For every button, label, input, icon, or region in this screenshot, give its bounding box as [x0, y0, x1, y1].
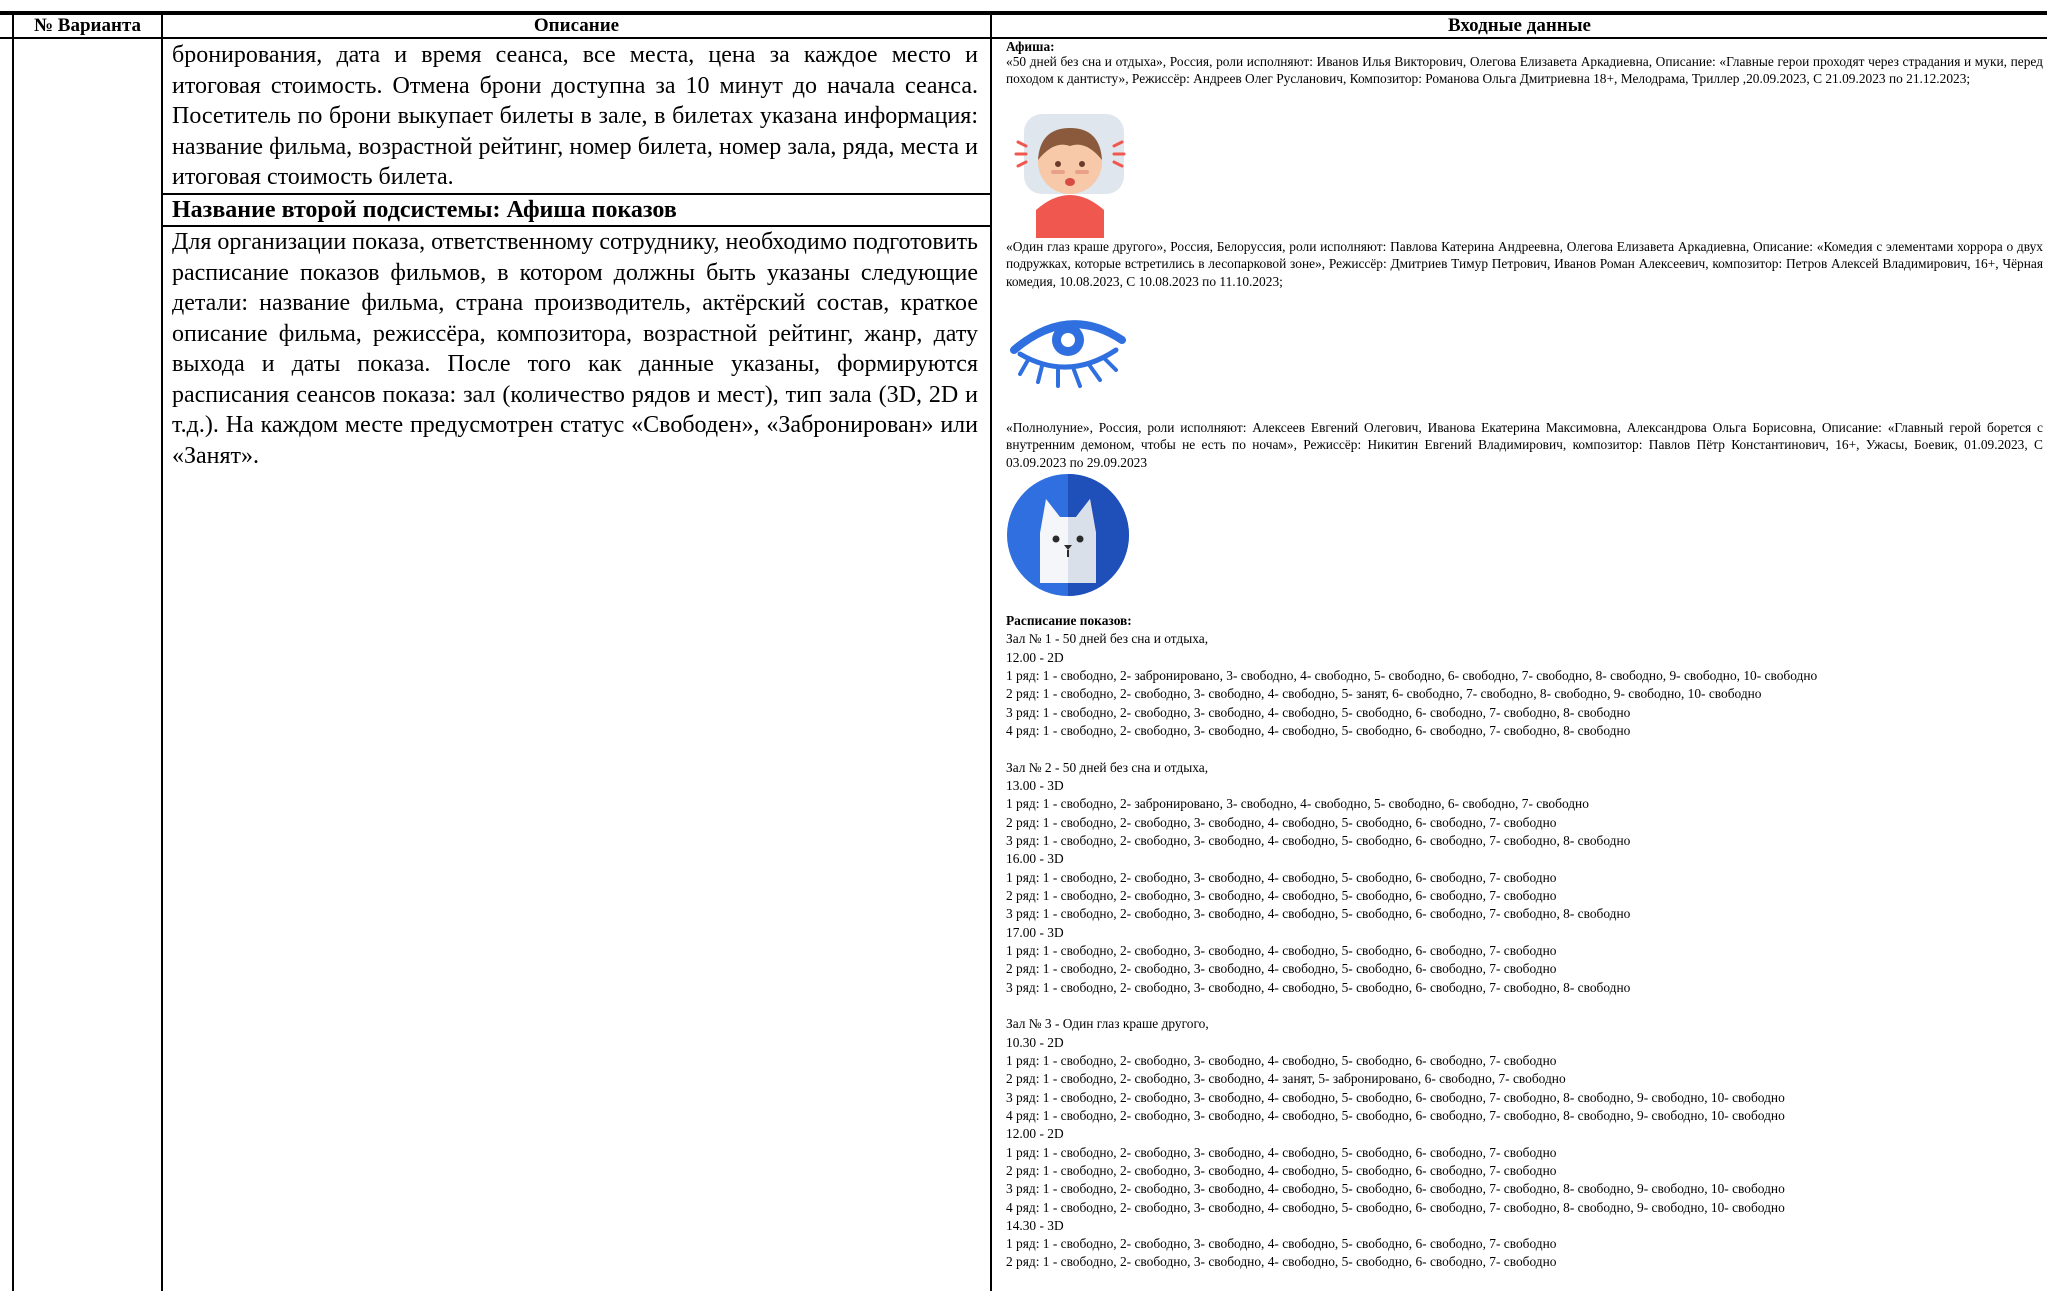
- afisha-title: Афиша:: [1006, 39, 1055, 54]
- schedule-line: 1 ряд: 1 - свободно, 2- забронировано, 3…: [1006, 667, 1818, 683]
- col-divider-1: [161, 11, 163, 1291]
- schedule-line: 12.00 - 2D: [1006, 1126, 1064, 1142]
- schedule-section: Расписание показов: Зал № 1 - 50 дней бе…: [1006, 612, 1817, 1272]
- schedule-line: 1 ряд: 1 - свободно, 2- забронировано, 3…: [1006, 796, 1589, 812]
- schedule-line: 13.00 - 3D: [1006, 777, 1064, 793]
- schedule-line: 4 ряд: 1 - свободно, 2- свободно, 3- сво…: [1006, 722, 1631, 738]
- schedule-line: 1 ряд: 1 - свободно, 2- свободно, 3- сво…: [1006, 1144, 1557, 1160]
- schedule-line: 1 ряд: 1 - свободно, 2- свободно, 3- сво…: [1006, 1052, 1557, 1068]
- afisha-block-2: «Один глаз краше другого», Россия, Белор…: [1006, 238, 2047, 290]
- schedule-line: [1006, 740, 1817, 758]
- schedule-line: 10.30 - 2D: [1006, 1034, 1064, 1050]
- schedule-line: 4 ряд: 1 - свободно, 2- свободно, 3- сво…: [1006, 1199, 1785, 1215]
- schedule-line: 3 ряд: 1 - свободно, 2- свободно, 3- сво…: [1006, 906, 1631, 922]
- afisha-block-3: «Полнолуние», Россия, роли исполняют: Ал…: [1006, 419, 2047, 471]
- schedule-line: Зал № 3 - Один глаз краше другого,: [1006, 1016, 1209, 1032]
- schedule-line: Зал № 1 - 50 дней без сна и отдыха,: [1006, 631, 1209, 647]
- schedule-line: 3 ряд: 1 - свободно, 2- свободно, 3- сво…: [1006, 704, 1631, 720]
- schedule-line: 1 ряд: 1 - свободно, 2- свободно, 3- сво…: [1006, 1236, 1557, 1252]
- schedule-line: 12.00 - 2D: [1006, 649, 1064, 665]
- description-paragraph-1: бронирования, дата и время сеанса, все м…: [172, 42, 978, 190]
- col-divider-2: [990, 11, 992, 1291]
- schedule-line: 2 ряд: 1 - свободно, 2- свободно, 3- сво…: [1006, 1071, 1566, 1087]
- schedule-line: 2 ряд: 1 - свободно, 2- свободно, 3- сво…: [1006, 961, 1557, 977]
- cat-icon: [1007, 474, 1129, 596]
- schedule-line: 2 ряд: 1 - свободно, 2- свободно, 3- сво…: [1006, 1254, 1557, 1270]
- left-border: [12, 11, 14, 1291]
- header-description: Описание: [533, 15, 620, 36]
- header-variant: № Варианта: [33, 15, 142, 36]
- schedule-line: 2 ряд: 1 - свободно, 2- свободно, 3- сво…: [1006, 686, 1762, 702]
- document-page: № Варианта Описание Входные данные брони…: [0, 0, 2047, 1291]
- subsystem-heading: Название второй подсистемы: Афиша показо…: [172, 197, 677, 223]
- sleepless-person-icon: [1014, 114, 1126, 238]
- schedule-line: 3 ряд: 1 - свободно, 2- свободно, 3- сво…: [1006, 832, 1631, 848]
- schedule-line: 2 ряд: 1 - свободно, 2- свободно, 3- сво…: [1006, 1162, 1557, 1178]
- afisha-block-1: Афиша: «50 дней без сна и отдыха», Росси…: [1006, 40, 2047, 88]
- schedule-line: 17.00 - 3D: [1006, 924, 1064, 940]
- schedule-line: 3 ряд: 1 - свободно, 2- свободно, 3- сво…: [1006, 1089, 1785, 1105]
- schedule-line: Зал № 2 - 50 дней без сна и отдыха,: [1006, 759, 1209, 775]
- schedule-line: 3 ряд: 1 - свободно, 2- свободно, 3- сво…: [1006, 1181, 1785, 1197]
- description-paragraph-2: Для организации показа, ответственному с…: [172, 229, 978, 469]
- schedule-line: 4 ряд: 1 - свободно, 2- свободно, 3- сво…: [1006, 1107, 1785, 1123]
- schedule-title: Расписание показов:: [1006, 613, 1132, 628]
- schedule-line: 14.30 - 3D: [1006, 1217, 1064, 1233]
- schedule-line: 3 ряд: 1 - свободно, 2- свободно, 3- сво…: [1006, 979, 1631, 995]
- schedule-line: [1006, 997, 1817, 1015]
- film-3-description: «Полнолуние», Россия, роли исполняют: Ал…: [1006, 420, 2043, 470]
- film-2-description: «Один глаз краше другого», Россия, Белор…: [1006, 239, 2043, 289]
- schedule-line: 2 ряд: 1 - свободно, 2- свободно, 3- сво…: [1006, 814, 1557, 830]
- schedule-line: 1 ряд: 1 - свободно, 2- свободно, 3- сво…: [1006, 942, 1557, 958]
- eye-icon: [1010, 320, 1126, 388]
- schedule-line: 2 ряд: 1 - свободно, 2- свободно, 3- сво…: [1006, 887, 1557, 903]
- film-1-description: «50 дней без сна и отдыха», Россия, роли…: [1006, 54, 2043, 87]
- schedule-line: 16.00 - 3D: [1006, 851, 1064, 867]
- schedule-line: 1 ряд: 1 - свободно, 2- свободно, 3- сво…: [1006, 869, 1557, 885]
- header-input-data: Входные данные: [1447, 15, 1591, 36]
